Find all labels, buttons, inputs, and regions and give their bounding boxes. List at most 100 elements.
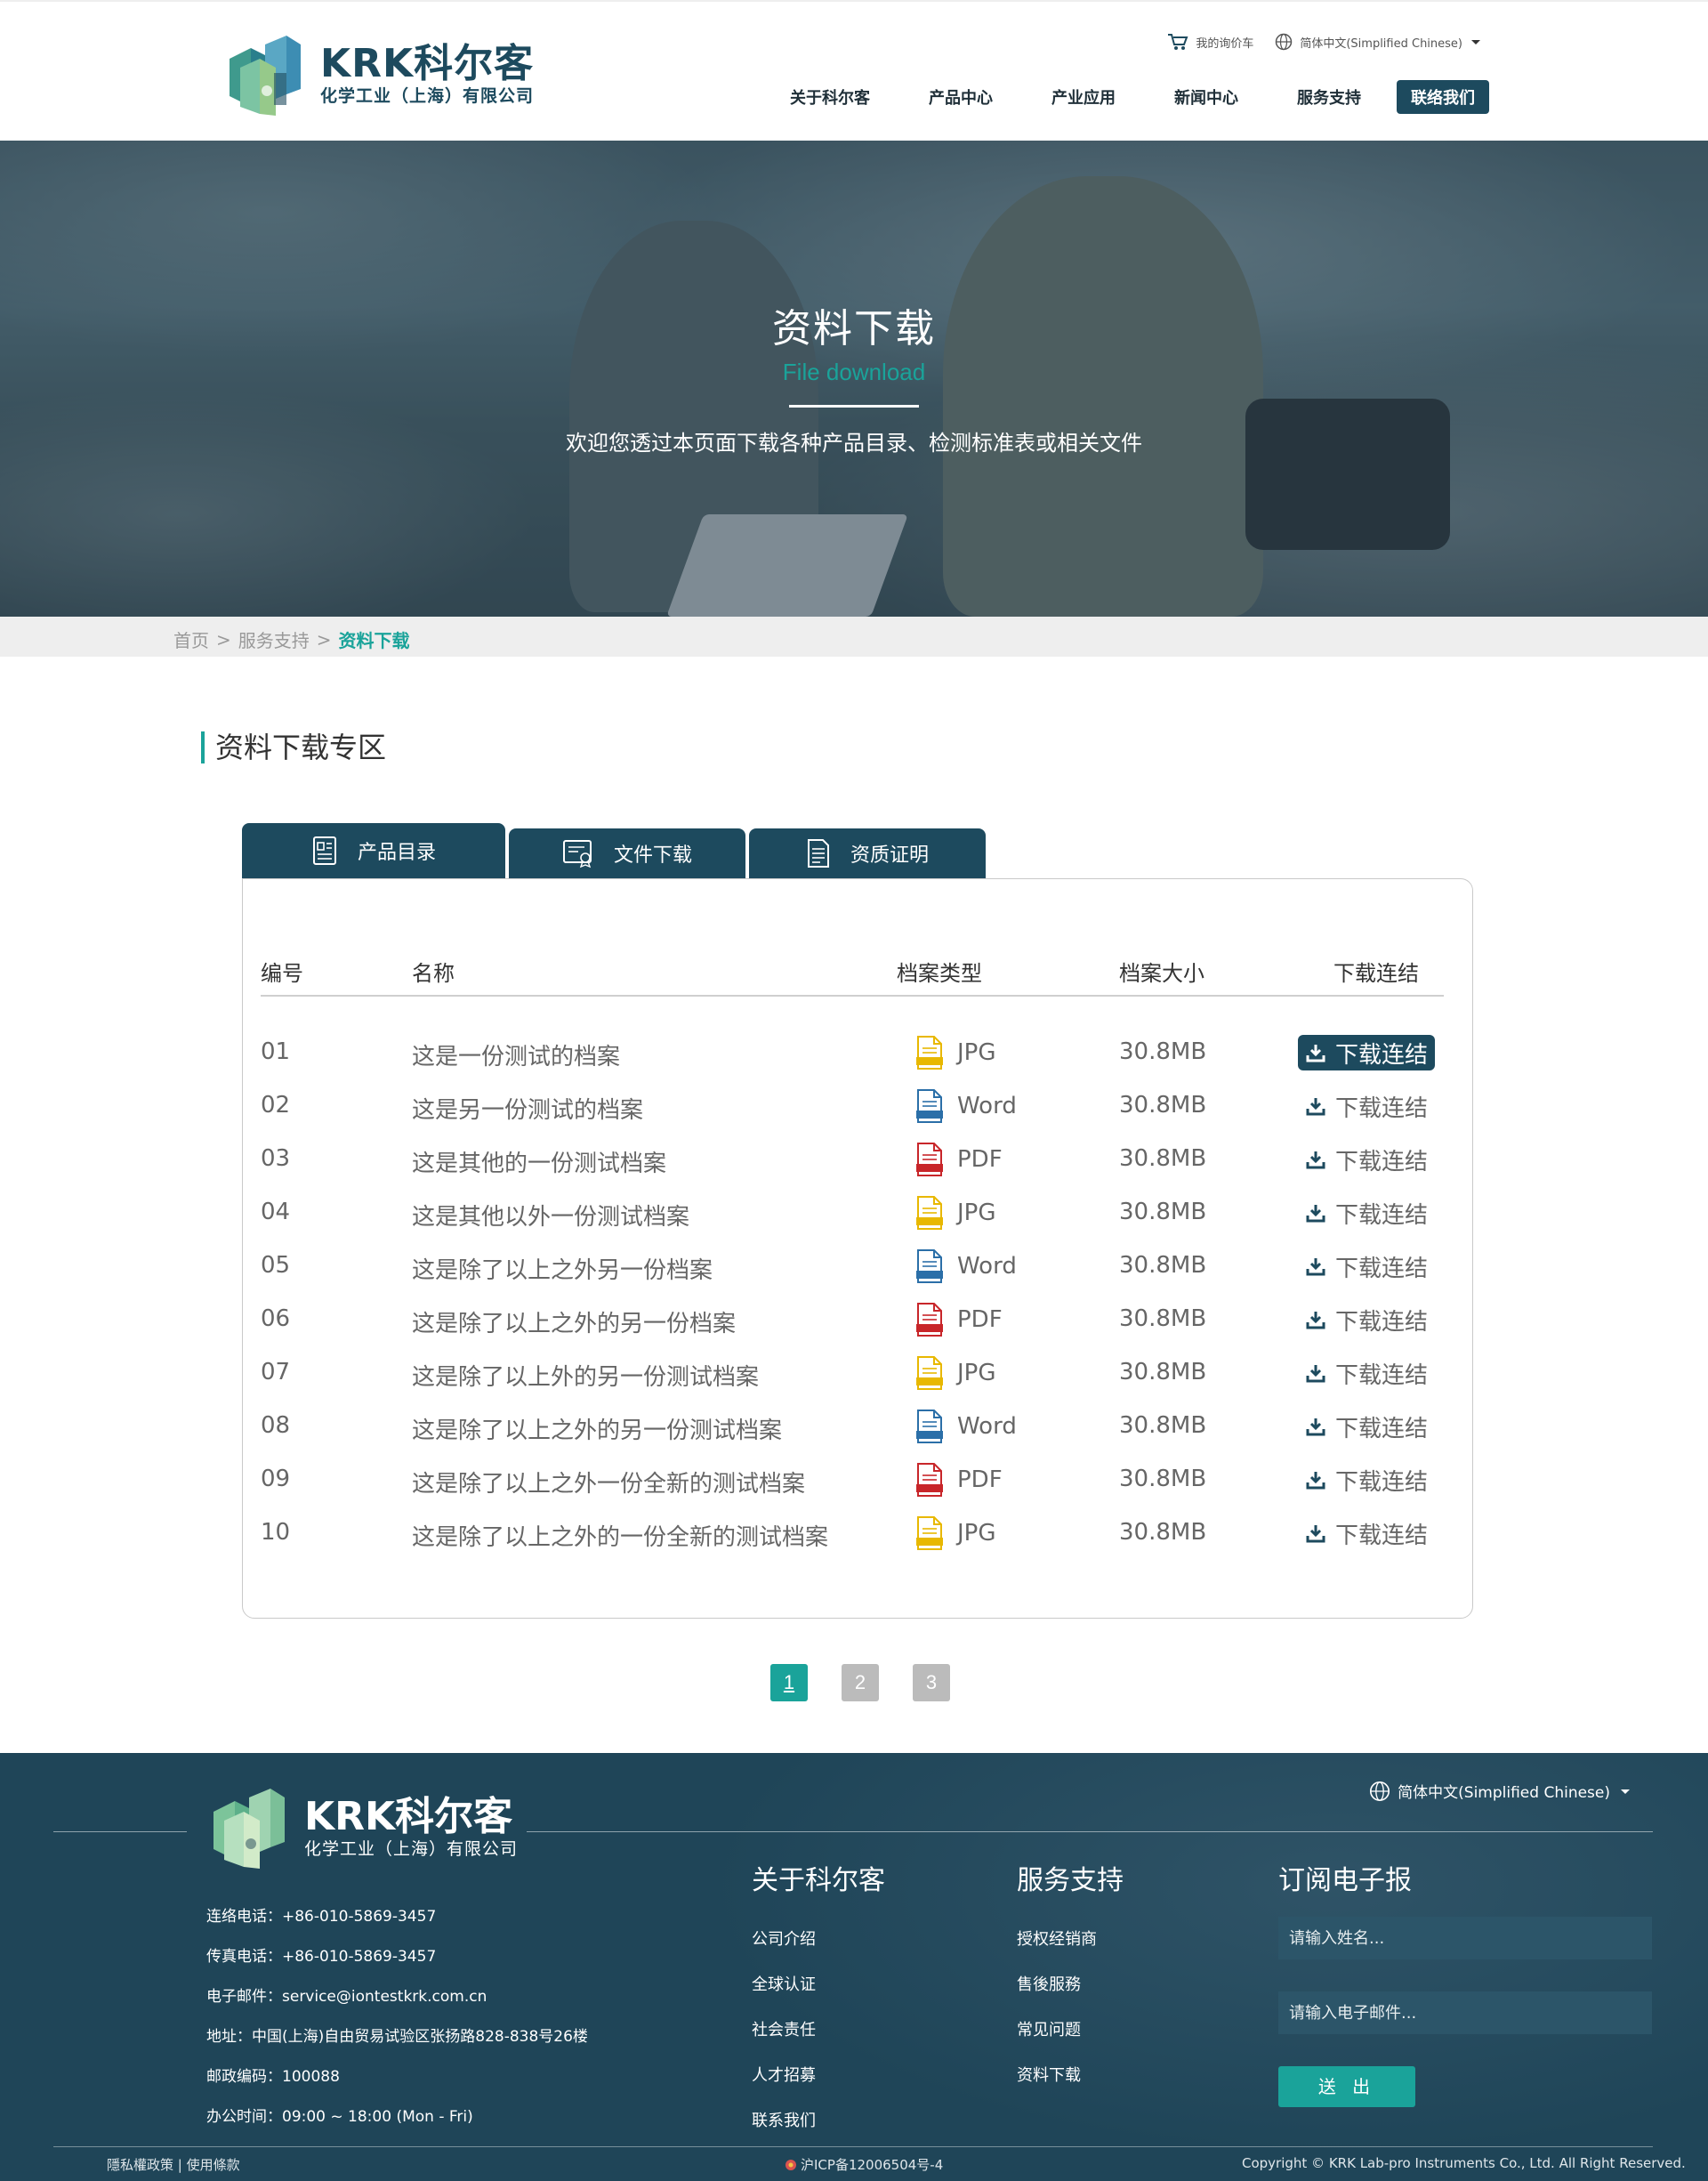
download-link-button[interactable]: 下载连结 — [1298, 1195, 1435, 1231]
breadcrumb-home[interactable]: 首页 — [173, 626, 209, 652]
row-file-size: 30.8MB — [1119, 1092, 1207, 1119]
footer-subscribe-column: 订阅电子报 送 出 — [1278, 1858, 1652, 2107]
row-file-type: JPG — [914, 1195, 996, 1231]
footer-language-label: 简体中文(Simplified Chinese) — [1398, 1784, 1610, 1802]
row-file-size: 30.8MB — [1119, 1199, 1207, 1225]
language-label: 简体中文(Simplified Chinese) — [1300, 36, 1462, 51]
subscribe-email-input[interactable] — [1278, 1991, 1652, 2034]
page-1-button[interactable]: 1 — [770, 1664, 808, 1701]
logo-title: KRK科尔客 — [320, 41, 535, 86]
file-type-icon — [916, 1410, 943, 1443]
tab-product-catalog[interactable]: 产品目录 — [242, 823, 505, 878]
row-file-size: 30.8MB — [1119, 1519, 1207, 1546]
footer-link-faq[interactable]: 常见问题 — [1017, 2007, 1124, 2053]
row-number: 02 — [261, 1092, 291, 1119]
contact-fax: 传真电话：+86-010-5869-3457 — [206, 1948, 437, 1966]
header-number: 编号 — [261, 961, 303, 986]
footer-divider — [53, 2146, 1653, 2147]
download-link-label: 下载连结 — [1334, 1468, 1428, 1496]
language-selector[interactable]: 简体中文(Simplified Chinese) — [1275, 33, 1489, 51]
inquiry-cart-link[interactable]: 我的询价车 — [1167, 32, 1253, 52]
download-link-button[interactable]: 下载连结 — [1298, 1142, 1435, 1177]
nav-products[interactable]: 产品中心 — [929, 85, 993, 109]
footer-link-contact[interactable]: 联系我们 — [752, 2098, 885, 2144]
row-file-type-label: PDF — [957, 1146, 1003, 1173]
contact-email[interactable]: 电子邮件：service@iontestkrk.com.cn — [206, 1977, 588, 2017]
main-nav: 关于科尔客 产品中心 产业应用 新闻中心 服务支持 联络我们 — [790, 80, 1489, 114]
download-link-button[interactable]: 下载连结 — [1298, 1355, 1435, 1391]
row-file-type-label: Word — [957, 1413, 1017, 1440]
contact-hours: 办公时间：09:00 ~ 18:00 (Mon - Fri) — [206, 2108, 473, 2126]
footer-divider — [527, 1831, 1653, 1832]
row-file-type: Word — [914, 1409, 1017, 1444]
footer-icp[interactable]: 沪ICP备12006504号-4 — [785, 2155, 943, 2174]
download-link-label: 下载连结 — [1334, 1041, 1428, 1069]
nav-industry[interactable]: 产业应用 — [1051, 85, 1116, 109]
download-link-label: 下载连结 — [1334, 1522, 1428, 1549]
file-type-icon — [916, 1036, 943, 1070]
row-file-size: 30.8MB — [1119, 1412, 1207, 1439]
tab-label: 产品目录 — [357, 842, 436, 864]
footer-link-dealers[interactable]: 授权经销商 — [1017, 1917, 1124, 1962]
download-link-button[interactable]: 下载连结 — [1298, 1088, 1435, 1124]
footer-copyright: Copyright © KRK Lab-pro Instruments Co.,… — [1242, 2155, 1686, 2171]
footer-policy-links[interactable]: 隱私權政策 | 使用條款 — [107, 2155, 240, 2174]
download-link-button[interactable]: 下载连结 — [1297, 1035, 1435, 1070]
nav-about[interactable]: 关于科尔客 — [790, 85, 870, 109]
subscribe-submit-button[interactable]: 送 出 — [1278, 2066, 1415, 2107]
footer-link-downloads[interactable]: 资料下载 — [1017, 2053, 1124, 2098]
contact-us-button[interactable]: 联络我们 — [1397, 80, 1489, 114]
breadcrumb: 首页 > 服务支持 > 资料下载 — [0, 617, 1708, 657]
hero-banner: 资料下载 File download 欢迎您透过本页面下载各种产品目录、检测标准… — [0, 141, 1708, 617]
row-file-type-label: PDF — [957, 1466, 1003, 1493]
file-type-icon — [916, 1196, 943, 1230]
footer-language-selector[interactable]: 简体中文(Simplified Chinese) — [1369, 1780, 1639, 1802]
row-file-size: 30.8MB — [1119, 1359, 1207, 1385]
footer-about-column: 关于科尔客 公司介绍 全球认证 社会责任 人才招募 联系我们 — [752, 1858, 885, 2144]
file-type-icon — [916, 1303, 943, 1337]
download-link-button[interactable]: 下载连结 — [1298, 1302, 1435, 1337]
nav-service[interactable]: 服务支持 — [1297, 85, 1361, 109]
row-file-name: 这是另一份测试的档案 — [412, 1097, 644, 1124]
download-link-button[interactable]: 下载连结 — [1298, 1248, 1435, 1284]
krk-logo-icon — [230, 36, 301, 116]
download-link-label: 下载连结 — [1334, 1361, 1428, 1389]
footer-link-certification[interactable]: 全球认证 — [752, 1962, 885, 2007]
footer-logo[interactable]: KRK科尔客 化学工业（上海）有限公司 — [205, 1785, 518, 1870]
header-file-size: 档案大小 — [1119, 961, 1204, 986]
row-number: 01 — [261, 1038, 291, 1065]
footer-link-careers[interactable]: 人才招募 — [752, 2053, 885, 2098]
download-icon — [1306, 1525, 1325, 1543]
row-file-name: 这是一份测试的档案 — [412, 1044, 621, 1070]
row-file-type: Word — [914, 1248, 1017, 1284]
row-file-name: 这是除了以上之外的另一份测试档案 — [412, 1418, 783, 1444]
download-link-button[interactable]: 下载连结 — [1298, 1409, 1435, 1444]
page-2-button[interactable]: 2 — [842, 1664, 879, 1701]
brand-logo[interactable]: KRK科尔客 化学工业（上海）有限公司 — [221, 32, 541, 117]
row-file-type-label: JPG — [957, 1200, 996, 1226]
row-file-name: 这是除了以上之外的另一份档案 — [412, 1311, 737, 1337]
page-3-button[interactable]: 3 — [913, 1664, 950, 1701]
download-icon — [1306, 1365, 1325, 1383]
file-type-icon — [916, 1463, 943, 1497]
tab-qualification[interactable]: 资质证明 — [749, 828, 986, 878]
download-link-button[interactable]: 下载连结 — [1298, 1462, 1435, 1498]
row-number: 10 — [261, 1519, 291, 1546]
breadcrumb-service[interactable]: 服务支持 — [238, 626, 310, 652]
footer-link-responsibility[interactable]: 社会责任 — [752, 2007, 885, 2053]
cart-icon — [1168, 34, 1188, 50]
file-type-icon — [916, 1249, 943, 1283]
tab-file-download[interactable]: 文件下载 — [509, 828, 745, 878]
footer-link-after-sales[interactable]: 售後服務 — [1017, 1962, 1124, 2007]
download-icon — [1306, 1098, 1325, 1116]
nav-news[interactable]: 新闻中心 — [1174, 85, 1238, 109]
download-link-button[interactable]: 下载连结 — [1298, 1515, 1435, 1551]
header-file-type: 档案类型 — [897, 961, 982, 986]
row-file-name: 这是其他以外一份测试档案 — [412, 1204, 690, 1231]
row-file-type: JPG — [914, 1515, 996, 1551]
icp-label: 沪ICP备12006504号-4 — [801, 2157, 944, 2173]
breadcrumb-current: 资料下载 — [338, 630, 410, 651]
footer-link-company[interactable]: 公司介绍 — [752, 1917, 885, 1962]
subscribe-name-input[interactable] — [1278, 1917, 1652, 1959]
table-row: 04 这是其他以外一份测试档案 JPG 30.8MB 下载连结 — [261, 1186, 1462, 1240]
